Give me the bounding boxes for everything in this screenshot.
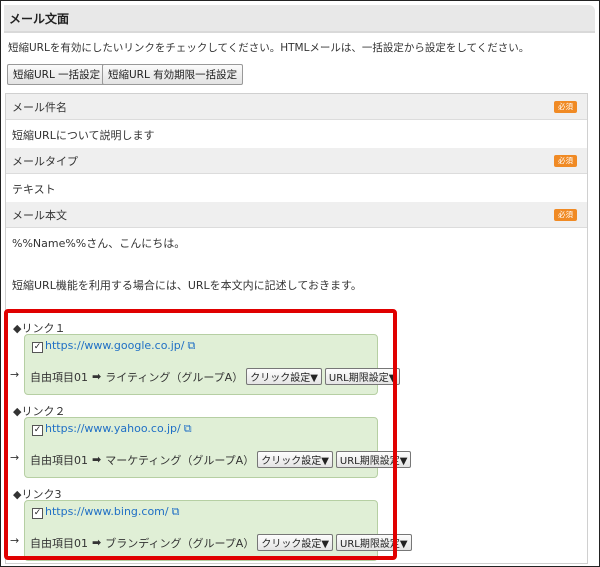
section-header: メール文面: [4, 5, 595, 33]
body-line-description: 短縮URL機能を利用する場合には、URLを本文内に記述しておきます。: [12, 279, 362, 292]
section-title: メール文面: [9, 11, 70, 26]
required-badge: 必須: [554, 101, 577, 113]
required-badge: 必須: [554, 209, 577, 221]
instruction-text: 短縮URLを有効にしたいリンクをチェックしてください。HTMLメールは、一括設定…: [8, 42, 530, 54]
bulk-short-url-button[interactable]: 短縮URL 一括設定: [7, 64, 107, 85]
page-frame: メール文面 短縮URLを有効にしたいリンクをチェックしてください。HTMLメール…: [0, 0, 600, 567]
required-badge: 必須: [554, 155, 577, 167]
body-line-greeting: %%Name%%さん、こんにちは。: [12, 237, 186, 250]
body-label: メール本文: [12, 208, 67, 222]
subject-label-row: メール件名 必須: [6, 94, 587, 120]
body-label-row: メール本文 必須: [6, 202, 587, 228]
type-value[interactable]: テキスト: [12, 181, 56, 197]
type-label-row: メールタイプ 必須: [6, 148, 587, 174]
subject-label: メール件名: [12, 100, 67, 114]
highlight-annotation-box: [4, 309, 397, 560]
bulk-expiry-button[interactable]: 短縮URL 有効期限一括設定: [102, 64, 244, 85]
type-label: メールタイプ: [12, 154, 78, 168]
subject-value[interactable]: 短縮URLについて説明します: [12, 127, 155, 143]
